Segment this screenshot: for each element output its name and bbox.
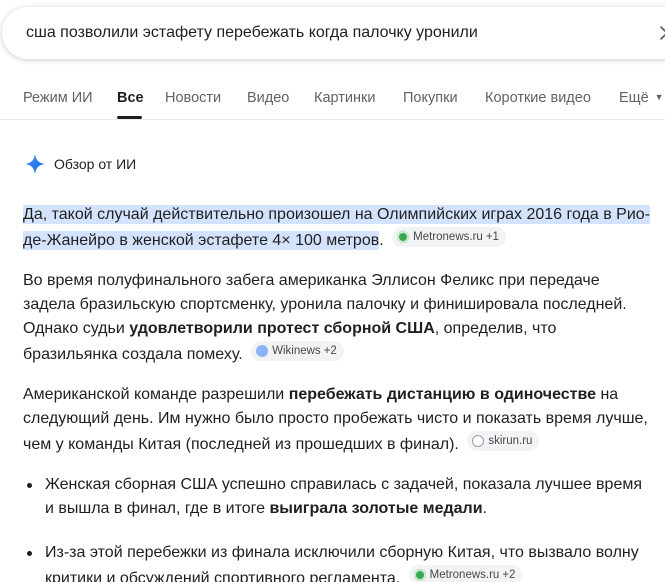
tab-more-label: Ещё — [619, 90, 649, 106]
search-input[interactable] — [26, 24, 626, 42]
ai-overview-title: Обзор от ИИ — [54, 156, 137, 172]
metronews-favicon-icon — [397, 231, 410, 243]
list-item: Женская сборная США успешно справилась с… — [23, 473, 653, 521]
paragraph-1: Да, такой случай действительно произошел… — [23, 203, 653, 253]
tab-short-videos[interactable]: Короткие видео — [485, 90, 591, 106]
ai-overview-content: Да, такой случай действительно произошел… — [23, 203, 653, 582]
tab-more[interactable]: Ещё ▼ — [619, 90, 664, 106]
source-name: Metronews.ru — [429, 569, 500, 581]
bullet-list: Женская сборная США успешно справилась с… — [23, 473, 653, 582]
bullet-2-text: Из-за этой перебежки из финала исключили… — [45, 544, 639, 582]
source-count: +2 — [502, 569, 516, 581]
tab-videos[interactable]: Видео — [247, 90, 289, 106]
bullet-1-text-b: . — [482, 500, 487, 517]
caret-down-icon: ▼ — [654, 92, 664, 102]
list-item: Из-за этой перебежки из финала исключили… — [23, 541, 653, 582]
source-chip-metronews[interactable]: Metronews.ru +2 — [408, 565, 523, 582]
source-count: +1 — [485, 231, 499, 243]
close-icon[interactable] — [657, 23, 665, 43]
tab-news[interactable]: Новости — [165, 90, 221, 106]
source-chip-metronews[interactable]: Metronews.ru +1 — [392, 227, 506, 247]
metronews-favicon-icon — [413, 569, 426, 581]
highlighted-answer: Да, такой случай действительно произошел… — [23, 205, 651, 250]
source-count: +2 — [323, 345, 337, 357]
source-chip-wikinews[interactable]: Wikinews +2 — [251, 341, 344, 361]
search-bar[interactable] — [2, 7, 665, 59]
wikinews-favicon-icon — [256, 345, 269, 357]
ai-overview-header: Обзор от ИИ — [24, 152, 136, 176]
paragraph-3-bold: перебежать дистанцию в одиночестве — [288, 386, 597, 403]
source-name: skirun.ru — [488, 435, 533, 447]
search-tabs: Режим ИИ Все Новости Видео Картинки Поку… — [0, 80, 665, 120]
source-name: Metronews.ru — [413, 231, 483, 243]
paragraph-1-tail: . — [379, 232, 384, 249]
tab-shopping[interactable]: Покупки — [403, 90, 458, 106]
tab-images[interactable]: Картинки — [314, 90, 375, 106]
source-chip-skirun[interactable]: skirun.ru — [467, 431, 540, 451]
tab-ai-mode[interactable]: Режим ИИ — [23, 90, 93, 106]
sparkle-icon — [24, 153, 46, 175]
skirun-favicon-icon — [472, 435, 485, 447]
paragraph-2-bold: удовлетворили протест сборной США — [129, 320, 435, 337]
tab-all[interactable]: Все — [117, 90, 144, 106]
bullet-1-bold: выиграла золотые медали — [269, 500, 483, 517]
paragraph-3-text-a: Американской команде разрешили — [23, 386, 289, 403]
search-results-page: Режим ИИ Все Новости Видео Картинки Поку… — [0, 0, 665, 582]
paragraph-2: Во время полуфинального забега американк… — [23, 269, 653, 367]
source-name: Wikinews — [272, 345, 321, 357]
paragraph-3: Американской команде разрешили перебежат… — [23, 383, 653, 457]
tabs-divider — [0, 119, 665, 120]
